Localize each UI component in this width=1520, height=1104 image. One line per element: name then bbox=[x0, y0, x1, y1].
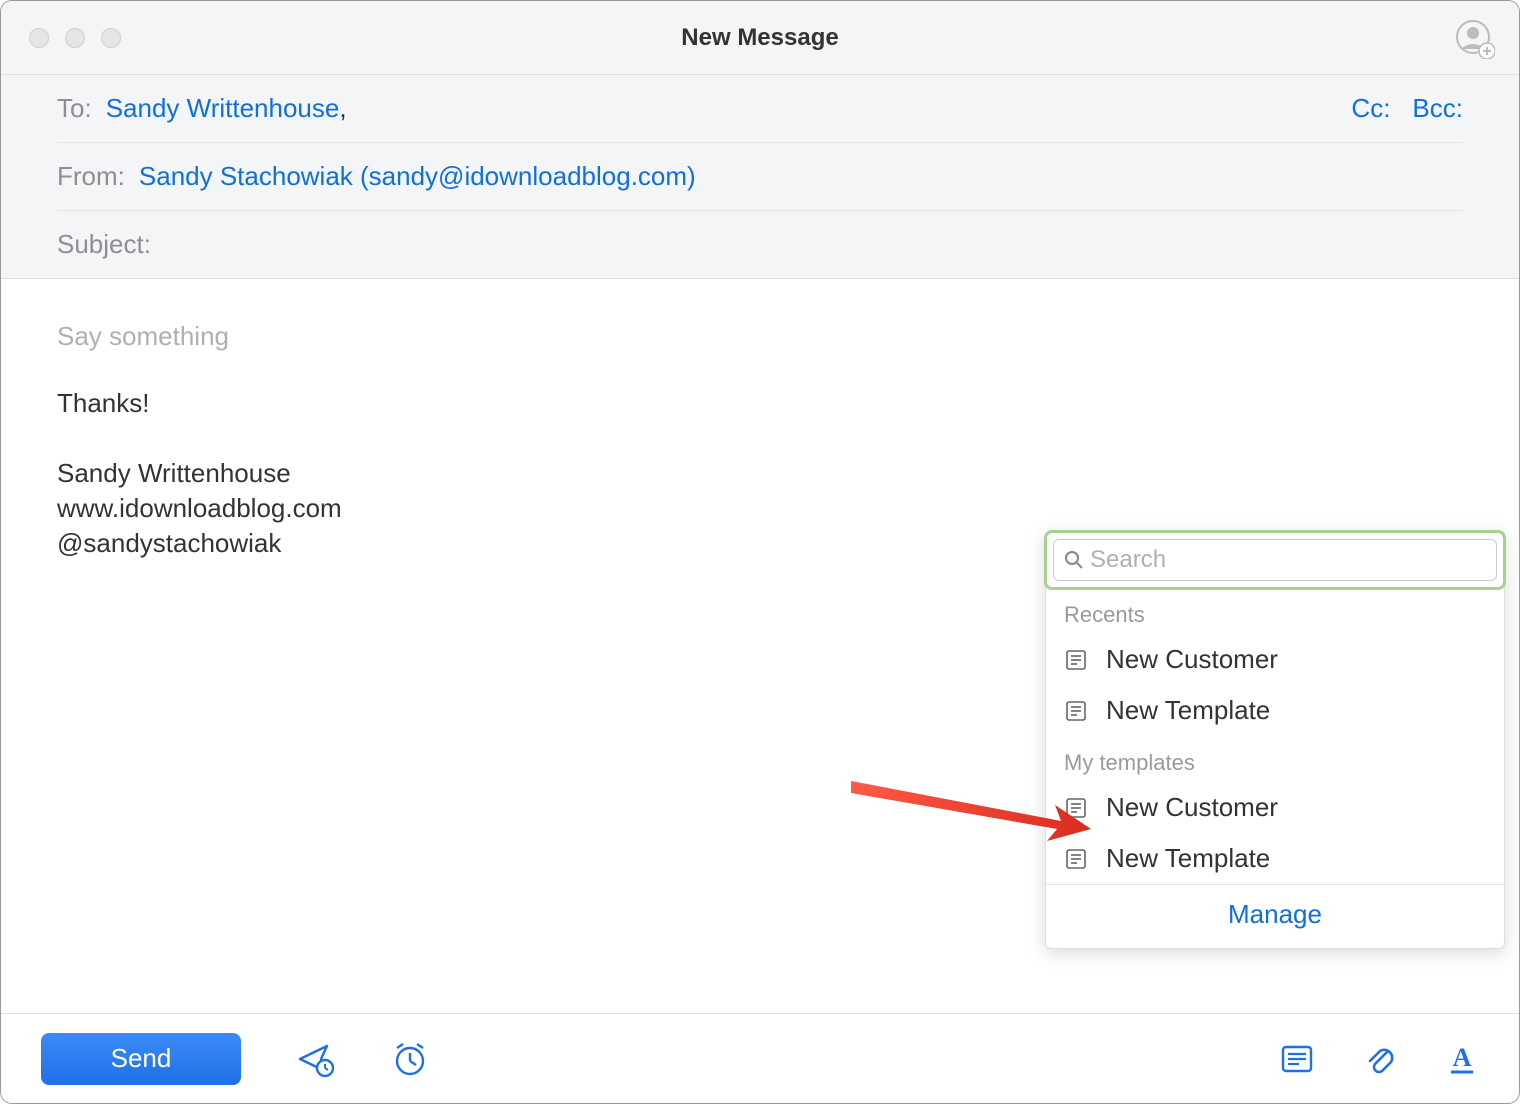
to-field-row[interactable]: To: Sandy Writtenhouse, Cc: Bcc: bbox=[57, 75, 1463, 143]
body-content: Thanks! bbox=[57, 386, 1463, 421]
compose-window: New Message To: Sandy Writtenhouse, Cc: … bbox=[0, 0, 1520, 1104]
signature-url: www.idownloadblog.com bbox=[57, 491, 1463, 526]
my-templates-label: My templates bbox=[1046, 736, 1504, 782]
cc-button[interactable]: Cc: bbox=[1351, 93, 1390, 124]
subject-field-row[interactable]: Subject: bbox=[57, 211, 1463, 278]
add-contact-icon[interactable] bbox=[1455, 19, 1495, 59]
traffic-lights bbox=[1, 28, 121, 48]
zoom-window-button[interactable] bbox=[101, 28, 121, 48]
recent-template-item[interactable]: New Template bbox=[1046, 685, 1504, 736]
manage-templates-link[interactable]: Manage bbox=[1228, 899, 1322, 929]
from-value: Sandy Stachowiak (sandy@idownloadblog.co… bbox=[139, 161, 696, 192]
reminder-icon[interactable] bbox=[391, 1040, 429, 1078]
template-item-label: New Template bbox=[1106, 695, 1270, 726]
attachment-icon[interactable] bbox=[1363, 1042, 1397, 1076]
templates-search-input[interactable] bbox=[1090, 546, 1486, 574]
template-item-label: New Customer bbox=[1106, 644, 1278, 675]
from-label: From: bbox=[57, 161, 125, 192]
body-placeholder: Say something bbox=[57, 319, 1463, 354]
from-field-row[interactable]: From: Sandy Stachowiak (sandy@idownloadb… bbox=[57, 143, 1463, 211]
template-icon bbox=[1064, 796, 1088, 820]
header-fields: To: Sandy Writtenhouse, Cc: Bcc: From: S… bbox=[1, 75, 1519, 279]
bcc-button[interactable]: Bcc: bbox=[1412, 93, 1463, 124]
templates-icon[interactable] bbox=[1279, 1041, 1315, 1077]
search-icon bbox=[1064, 550, 1084, 570]
close-window-button[interactable] bbox=[29, 28, 49, 48]
my-template-item[interactable]: New Customer bbox=[1046, 782, 1504, 833]
signature-name: Sandy Writtenhouse bbox=[57, 456, 1463, 491]
template-icon bbox=[1064, 648, 1088, 672]
templates-popover: Recents New Customer New Template My tem… bbox=[1045, 531, 1505, 949]
format-text-icon[interactable]: A bbox=[1445, 1042, 1479, 1076]
window-title: New Message bbox=[681, 24, 838, 52]
titlebar: New Message bbox=[1, 1, 1519, 75]
send-later-icon[interactable] bbox=[297, 1040, 335, 1078]
recent-template-item[interactable]: New Customer bbox=[1046, 634, 1504, 685]
template-item-label: New Customer bbox=[1106, 792, 1278, 823]
templates-search-highlight bbox=[1044, 530, 1506, 590]
minimize-window-button[interactable] bbox=[65, 28, 85, 48]
bottom-toolbar: Send A bbox=[1, 1013, 1519, 1103]
to-value: Sandy Writtenhouse bbox=[106, 93, 340, 124]
send-button[interactable]: Send bbox=[41, 1033, 241, 1085]
template-item-label: New Template bbox=[1106, 843, 1270, 874]
template-icon bbox=[1064, 847, 1088, 871]
svg-text:A: A bbox=[1453, 1043, 1472, 1072]
template-icon bbox=[1064, 699, 1088, 723]
to-label: To: bbox=[57, 93, 92, 124]
recents-label: Recents bbox=[1046, 588, 1504, 634]
subject-label: Subject: bbox=[57, 229, 151, 260]
my-template-item[interactable]: New Template bbox=[1046, 833, 1504, 884]
